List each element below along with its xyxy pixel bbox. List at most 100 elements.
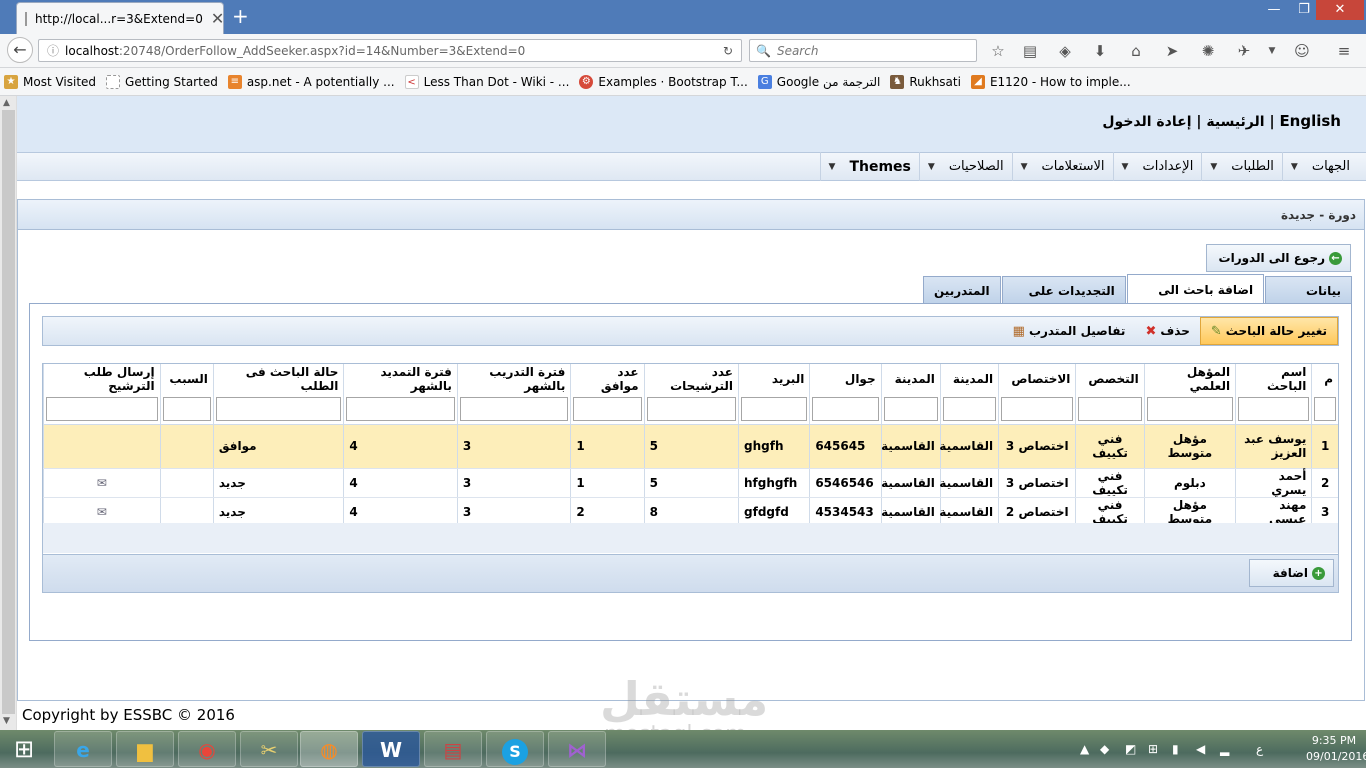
restore-button[interactable]: ❐ — [1290, 0, 1318, 20]
filter-input[interactable] — [46, 396, 158, 421]
ie-icon[interactable]: e — [54, 731, 112, 767]
bookmark-item[interactable]: G Google الترجمة من — [757, 74, 880, 89]
column-header[interactable]: التخصص — [1075, 364, 1145, 394]
tab-add-researcher[interactable]: اضافة باحث الى الطلب — [1126, 274, 1265, 327]
column-header[interactable]: جوال — [809, 364, 882, 394]
table-row[interactable]: 1 يوسف عبد العزيز مؤهل متوسط فني تكييف ا… — [43, 424, 1338, 469]
column-header[interactable]: اسم الباحث — [1235, 364, 1312, 394]
column-header[interactable]: إرسال طلب الترشيح — [43, 364, 161, 394]
pocket-icon[interactable]: ◈ — [1055, 41, 1075, 61]
close-window-button[interactable]: ✕ — [1316, 0, 1364, 20]
menu-item-orders[interactable]: الطلبات ▼ — [1201, 152, 1282, 181]
download-icon[interactable]: ⬇ — [1090, 41, 1110, 61]
skype-icon[interactable]: S — [486, 731, 544, 767]
tab-renewals[interactable]: التجديدات على العقد — [1001, 276, 1126, 326]
network-icon[interactable]: ▂ — [1220, 742, 1229, 756]
bookmark-item[interactable]: ⚙ Examples · Bootstrap T... — [579, 74, 748, 89]
trainee-details-button[interactable]: ▦ تفاصيل المتدرب — [1003, 317, 1136, 345]
menu-item-queries[interactable]: الاستعلامات ▼ — [1011, 152, 1113, 181]
word-icon[interactable]: W — [362, 731, 420, 767]
column-header[interactable]: البريد — [738, 364, 810, 394]
filter-input[interactable] — [883, 396, 938, 421]
menu-item-entities[interactable]: الجهات ▼ — [1281, 152, 1358, 181]
filter-input[interactable] — [215, 396, 342, 421]
smiley-icon[interactable]: ☺ — [1292, 41, 1312, 61]
bookmark-item[interactable]: ♞ Rukhsati — [890, 74, 961, 89]
filezilla-icon[interactable]: ▤ — [424, 731, 482, 767]
minimize-button[interactable]: — — [1260, 0, 1288, 20]
bookmark-item[interactable]: < Less Than Dot - Wiki - ... — [404, 74, 569, 89]
menu-item-permissions[interactable]: الصلاحيات ▼ — [918, 152, 1012, 181]
envelope-icon[interactable]: ✉ — [43, 497, 161, 527]
filter-input[interactable] — [1146, 396, 1234, 421]
reading-list-icon[interactable]: ▤ — [1020, 41, 1040, 61]
addon-icon[interactable]: ✺ — [1198, 41, 1218, 61]
bookmark-item[interactable]: ≡ asp.net - A potentially ... — [227, 74, 395, 89]
visualstudio-icon[interactable]: ⋈ — [548, 731, 606, 767]
reload-icon[interactable]: ↻ — [723, 44, 733, 58]
menu-item-settings[interactable]: الإعدادات ▼ — [1112, 152, 1202, 181]
filter-input[interactable] — [459, 396, 569, 421]
chrome-icon[interactable]: ◉ — [178, 731, 236, 767]
url-bar[interactable]: ⓘ localhost :20748/OrderFollow_AddSeeker… — [38, 39, 742, 62]
tab-trainees[interactable]: المتدربين — [923, 276, 1001, 304]
tray-expand-icon[interactable]: ▲ — [1080, 742, 1089, 756]
relogin-link[interactable]: إعادة الدخول — [1102, 114, 1191, 130]
new-tab-button[interactable]: + — [232, 4, 249, 28]
filter-input[interactable] — [162, 396, 211, 421]
filter-input[interactable] — [346, 396, 455, 421]
home-icon[interactable]: ⌂ — [1126, 41, 1146, 61]
search-input[interactable]: 🔍 Search — [749, 39, 977, 62]
column-header[interactable]: الاختصاص — [998, 364, 1076, 394]
table-row[interactable]: 2 أحمد يسري دبلوم فني تكييف اختصاص 3 الق… — [43, 468, 1338, 498]
explorer-icon[interactable]: ▆ — [116, 731, 174, 767]
vertical-scrollbar[interactable]: ▲ ▼ — [0, 96, 17, 730]
column-header[interactable]: عدد الترشيحات — [643, 364, 739, 394]
scroll-down-icon[interactable]: ▼ — [3, 716, 10, 726]
battery-icon[interactable]: ▮ — [1172, 742, 1179, 756]
menu-item-themes[interactable]: Themes ▼ — [819, 152, 919, 181]
envelope-icon[interactable]: ✉ — [43, 468, 161, 498]
column-header[interactable]: م — [1311, 364, 1338, 394]
filter-input[interactable] — [741, 396, 808, 421]
star-icon[interactable]: ☆ — [988, 41, 1008, 61]
antivirus-icon[interactable]: ◆ — [1100, 742, 1109, 756]
tab-order-data[interactable]: بيانات الطلب — [1265, 276, 1352, 326]
menu-icon[interactable]: ≡ — [1334, 41, 1354, 61]
column-header[interactable]: عدد موافق — [570, 364, 645, 394]
delete-button[interactable]: ✖ حذف — [1135, 317, 1199, 345]
firefox-icon[interactable]: ◍ — [300, 731, 358, 767]
bookmark-item[interactable]: ◢ E1120 - How to imple... — [970, 74, 1131, 89]
volume-icon[interactable]: ◀ — [1196, 742, 1205, 756]
filter-input[interactable] — [573, 396, 642, 421]
send-icon[interactable]: ➤ — [1162, 41, 1182, 61]
column-header[interactable]: المؤهل العلمي — [1143, 364, 1236, 394]
change-status-button[interactable]: ✎ تغيير حالة الباحث — [1199, 317, 1338, 345]
language-indicator[interactable]: ع — [1256, 742, 1263, 756]
filter-input[interactable] — [646, 396, 737, 421]
english-link[interactable]: English — [1279, 112, 1341, 130]
back-button[interactable]: ← — [7, 37, 33, 63]
column-header[interactable]: المدينة — [939, 364, 999, 394]
tools-icon[interactable]: ✂ — [240, 731, 298, 767]
column-header[interactable]: فترة التمديد بالشهر — [343, 364, 458, 394]
acrobat-icon[interactable]: ◩ — [1125, 742, 1136, 756]
back-to-courses-button[interactable]: ← رجوع الى الدورات — [1206, 244, 1351, 272]
column-header[interactable]: حالة الباحث فى الطلب — [212, 364, 344, 394]
close-tab-icon[interactable]: ✕ — [211, 9, 224, 28]
start-button[interactable]: ⊞ — [8, 734, 40, 764]
filter-input[interactable] — [812, 396, 879, 421]
column-header[interactable]: المدينة — [880, 364, 941, 394]
filter-input[interactable] — [1314, 396, 1336, 421]
extension-icon[interactable]: ✈ — [1234, 41, 1254, 61]
chevron-down-icon[interactable]: ▼ — [1262, 41, 1282, 61]
table-row[interactable]: 3 مهند عيسى مؤهل متوسط فني تكييف اختصاص … — [43, 497, 1338, 527]
scroll-thumb[interactable] — [2, 110, 15, 714]
browser-tab[interactable]: http://local...r=3&Extend=0 ✕ — [16, 2, 224, 34]
bookmark-item[interactable]: ★ Most Visited — [4, 74, 96, 89]
windows-icon[interactable]: ⊞ — [1148, 742, 1158, 756]
filter-input[interactable] — [1078, 396, 1142, 421]
column-header[interactable]: فترة التدريب بالشهر — [456, 364, 571, 394]
bookmark-item[interactable]: Getting Started — [106, 74, 218, 89]
home-link[interactable]: الرئيسية — [1206, 114, 1264, 130]
